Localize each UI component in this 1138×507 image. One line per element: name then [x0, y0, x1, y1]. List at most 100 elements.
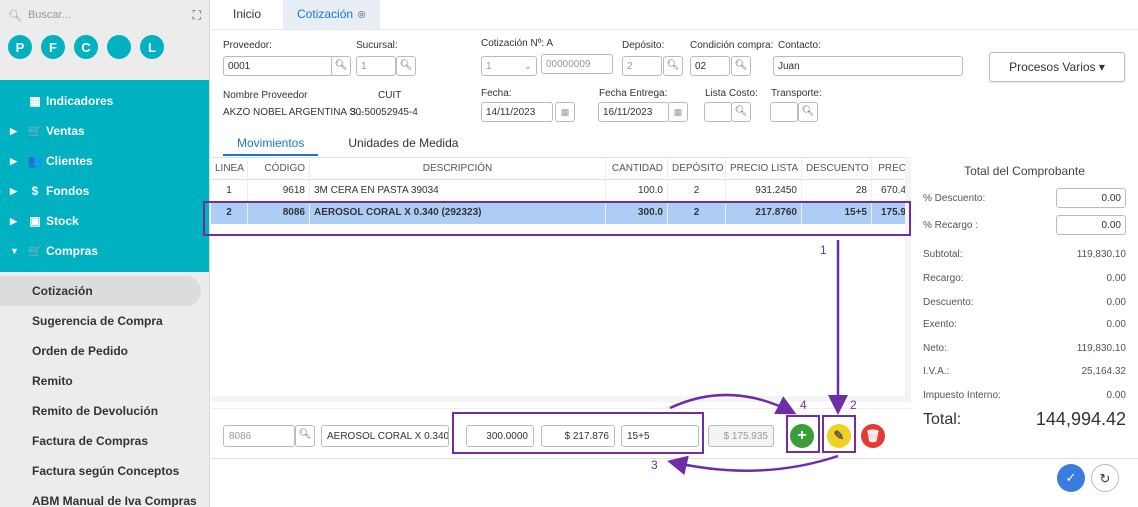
annotation-number-1: 1: [820, 243, 827, 257]
table-cell: 2: [668, 180, 726, 202]
sidebar-item-indicadores[interactable]: ▦ Indicadores: [0, 86, 209, 116]
impuesto-row: Impuesto Interno: 0.00: [923, 390, 1126, 401]
tab-inicio[interactable]: Inicio: [223, 7, 271, 29]
shortcut-blank[interactable]: [107, 35, 131, 59]
sidebar-item-compras[interactable]: ▼ 🛒 Compras: [0, 236, 209, 266]
shortcut-c[interactable]: C: [74, 35, 98, 59]
sidebar-item-clientes[interactable]: ▶ 👥 Clientes: [0, 146, 209, 176]
nombre-value: AKZO NOBEL ARGENTINA S...: [223, 107, 365, 118]
descuento-pct-input[interactable]: 0.00: [1056, 188, 1126, 208]
edit-descuento-input[interactable]: 15+5: [621, 425, 699, 447]
table-cell: 1: [211, 180, 248, 202]
lista-search-icon[interactable]: 🔍︎: [731, 102, 751, 122]
entrega-input[interactable]: 16/11/2023: [598, 102, 670, 122]
edit-codigo-input[interactable]: 8086: [223, 425, 295, 447]
sidebar-subitem[interactable]: Orden de Pedido: [0, 336, 209, 366]
chevron-icon: ▶: [10, 185, 17, 196]
subtab-unidades[interactable]: Unidades de Medida: [334, 136, 472, 156]
calendar-icon[interactable]: ▦: [555, 102, 575, 122]
sidebar-subitem[interactable]: Cotización: [0, 276, 201, 306]
fondos-icon: $: [31, 184, 39, 198]
edit-cantidad-input[interactable]: 300.0000: [466, 425, 534, 447]
calendar-icon[interactable]: ▦: [668, 102, 688, 122]
sidebar-item-label: Indicadores: [46, 94, 114, 108]
table-cell: 217.8760: [726, 202, 802, 224]
edit-codigo-search-icon[interactable]: 🔍︎: [295, 425, 315, 447]
cotizacion-letter-select[interactable]: 1 ⌄: [481, 56, 537, 76]
expand-icon[interactable]: ⛶: [193, 8, 201, 23]
deposito-search-icon[interactable]: 🔍︎: [663, 56, 683, 76]
sidebar-subitem[interactable]: Remito: [0, 366, 209, 396]
delete-line-button[interactable]: 🗑: [861, 424, 885, 448]
shortcut-l[interactable]: L: [140, 35, 164, 59]
recargo-label: Recargo:: [923, 273, 964, 284]
movements-grid: LINEA CÓDIGO DESCRIPCIÓN CANTIDAD DEPÓSITO PR…: [211, 157, 911, 402]
sucursal-search-icon[interactable]: 🔍︎: [396, 56, 416, 76]
exento-row: Exento: 0.00: [923, 319, 1126, 330]
chevron-icon: ▶: [10, 125, 17, 136]
table-row[interactable]: 1 9618 3M CERA EN PASTA 39034 100.0 2 931.245…: [211, 180, 911, 202]
edit-line-button[interactable]: ✎: [827, 424, 851, 448]
shortcut-p[interactable]: P: [8, 35, 32, 59]
condicion-input[interactable]: 02: [690, 56, 730, 76]
grid-header-cell[interactable]: LINEA: [211, 158, 248, 180]
grid-header-cell[interactable]: PRECIO LISTA: [726, 158, 802, 180]
edit-descripcion-input[interactable]: AEROSOL CORAL X 0.340: [321, 425, 449, 447]
sidebar-subitem[interactable]: Factura de Compras: [0, 426, 209, 456]
total-value: 144,994.42: [1035, 409, 1126, 429]
transporte-label: Transporte:: [771, 88, 822, 99]
iva-row: I.V.A.: 25,164.32: [923, 366, 1126, 377]
totals-panel: Total del Comprobante % Descuento: 0.00 %…: [911, 157, 1138, 457]
sidebar-subitem[interactable]: ABM Manual de Iva Compras: [0, 486, 209, 507]
sucursal-input[interactable]: 1: [356, 56, 396, 76]
sidebar-item-label: Compras: [46, 244, 99, 258]
iva-value: 25,164.32: [1081, 366, 1127, 377]
grid-header-cell[interactable]: CÓDIGO: [248, 158, 310, 180]
grid-header-cell[interactable]: DESCUENTO: [802, 158, 872, 180]
tab-cotizacion[interactable]: Cotización ⊗: [283, 0, 381, 29]
app: 🔍︎ Buscar... ⛶ P F C L ▦ Indicadores ▶ 🛒 Ven…: [0, 0, 1138, 507]
refresh-button[interactable]: ↻: [1091, 464, 1119, 492]
table-cell: 2: [211, 202, 248, 224]
chevron-icon: ▶: [10, 155, 17, 166]
sidebar-item-fondos[interactable]: ▶ $ Fondos: [0, 176, 209, 206]
sidebar-subitem[interactable]: Remito de Devolución: [0, 396, 209, 426]
table-cell: 3M CERA EN PASTA 39034: [310, 180, 606, 202]
grid-header-cell[interactable]: DESCRIPCIÓN: [310, 158, 606, 180]
cotizacion-label: Cotización Nº: A: [481, 38, 554, 49]
transporte-input[interactable]: [770, 102, 798, 122]
sidebar-item-ventas[interactable]: ▶ 🛒 Ventas: [0, 116, 209, 146]
lista-input[interactable]: [704, 102, 732, 122]
table-cell: 300.0: [606, 202, 668, 224]
grid-header-cell[interactable]: CANTIDAD: [606, 158, 668, 180]
deposito-label: Depósito:: [622, 40, 665, 51]
grid-header: LINEA CÓDIGO DESCRIPCIÓN CANTIDAD DEPÓSITO PR…: [211, 158, 911, 180]
search-input[interactable]: Buscar...: [28, 9, 187, 21]
proveedor-search-icon[interactable]: 🔍︎: [331, 56, 351, 76]
deposito-input[interactable]: 2: [622, 56, 662, 76]
fecha-input[interactable]: 14/11/2023: [481, 102, 553, 122]
sidebar-subitem[interactable]: Factura según Conceptos: [0, 456, 209, 486]
edit-precio-input[interactable]: $ 217.876: [541, 425, 615, 447]
condicion-search-icon[interactable]: 🔍︎: [731, 56, 751, 76]
descuento-value: 0.00: [1106, 297, 1126, 308]
subtab-movimientos[interactable]: Movimientos: [223, 136, 319, 156]
grid-header-cell[interactable]: DEPÓSITO: [668, 158, 726, 180]
transporte-search-icon[interactable]: 🔍︎: [798, 102, 818, 122]
sucursal-label: Sucursal:: [356, 40, 398, 51]
sidebar-search[interactable]: 🔍︎ Buscar... ⛶: [0, 0, 209, 30]
recargo-pct-input[interactable]: 0.00: [1056, 215, 1126, 235]
main-area: Inicio Cotización ⊗ Proveedor: 0001 🔍︎ Su…: [211, 0, 1138, 507]
proveedor-input[interactable]: 0001: [223, 56, 347, 76]
table-row[interactable]: 2 8086 AEROSOL CORAL X 0.340 (292323) 300.0…: [211, 202, 911, 224]
sidebar-subitem[interactable]: Sugerencia de Compra: [0, 306, 209, 336]
contacto-input[interactable]: Juan: [773, 56, 963, 76]
close-tab-icon[interactable]: ⊗: [357, 9, 366, 21]
proveedor-label: Proveedor:: [223, 40, 272, 51]
confirm-button[interactable]: ✓: [1057, 464, 1085, 492]
add-line-button[interactable]: +: [790, 424, 814, 448]
sidebar-item-stock[interactable]: ▶ ▣ Stock: [0, 206, 209, 236]
edit-subtotal-input: $ 175.935: [708, 425, 774, 447]
shortcut-f[interactable]: F: [41, 35, 65, 59]
procesos-varios-button[interactable]: Procesos Varios ▾: [989, 52, 1125, 82]
